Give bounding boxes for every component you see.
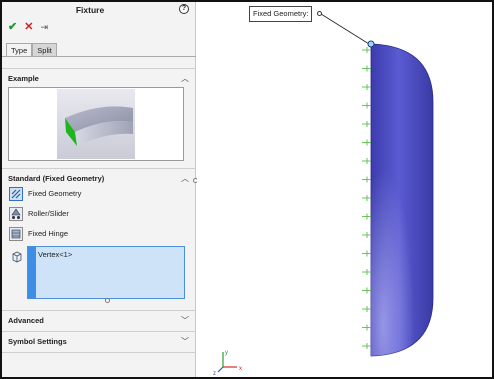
triad-z-axis [217, 366, 224, 373]
roller-slider-icon [9, 207, 23, 221]
fixture-property-manager: Fixture ? ✔ ✕ ⇥ Type Split Example ︿ Sta… [2, 2, 196, 377]
section-label-advanced: Advanced [8, 316, 44, 325]
section-divider [2, 331, 196, 332]
example-illustration [57, 89, 135, 159]
triad-y-label: y [225, 350, 228, 356]
fixed-hinge-icon [9, 227, 23, 241]
selection-list[interactable]: Vertex<1> [27, 246, 185, 299]
roller-slider-label: Roller/Slider [28, 209, 69, 218]
fixture-symbols [362, 47, 371, 349]
selected-vertex-marker[interactable] [367, 40, 375, 48]
callout-anchor-handle[interactable] [317, 11, 322, 16]
panel-title: Fixture [75, 5, 105, 15]
help-icon[interactable]: ? [179, 4, 189, 14]
section-header-symbol-settings[interactable]: Symbol Settings ﹀ [2, 334, 196, 350]
app-window: Fixture ? ✔ ✕ ⇥ Type Split Example ︿ Sta… [0, 0, 494, 379]
section-label-standard: Standard (Fixed Geometry) [8, 174, 105, 183]
section-label-example: Example [8, 74, 39, 83]
selection-list-item[interactable]: Vertex<1> [38, 250, 72, 259]
fixed-geometry-icon [9, 187, 23, 201]
tab-strip: Type Split [6, 43, 57, 57]
tab-split[interactable]: Split [32, 43, 57, 57]
example-preview [8, 87, 184, 161]
graphics-viewport[interactable]: y x z [197, 2, 492, 377]
model-view: y x z [213, 13, 434, 377]
section-divider [2, 168, 196, 169]
part-highlight [371, 44, 433, 356]
triad-z-label: z [213, 371, 216, 377]
triad-x-label: x [239, 366, 242, 372]
section-label-symbol-settings: Symbol Settings [8, 337, 67, 346]
coordinate-triad: y x z [213, 350, 242, 377]
fixed-hinge-label: Fixed Hinge [28, 229, 69, 238]
callout-leader-line [320, 13, 370, 45]
selection-list-accent [28, 247, 36, 298]
section-header-standard[interactable]: Standard (Fixed Geometry) ︿ [2, 171, 196, 187]
section-divider [2, 310, 196, 311]
vertex-selection-icon [10, 250, 24, 264]
chevron-up-icon[interactable]: ︿ [181, 173, 189, 184]
pin-icon[interactable]: ⇥ [40, 22, 48, 32]
chevron-down-icon[interactable]: ﹀ [181, 336, 189, 347]
action-buttons: ✔ ✕ ⇥ [8, 21, 48, 33]
section-divider [2, 68, 196, 69]
chevron-down-icon[interactable]: ﹀ [181, 315, 189, 326]
section-header-advanced[interactable]: Advanced ﹀ [2, 313, 196, 329]
ok-button[interactable]: ✔ [8, 21, 17, 33]
tab-divider [2, 56, 196, 57]
roller-slider-option[interactable]: Roller/Slider [8, 207, 184, 223]
fixed-geometry-label: Fixed Geometry [28, 189, 82, 198]
fixture-callout[interactable]: Fixed Geometry: [249, 6, 313, 22]
panel-titlebar: Fixture ? [2, 2, 196, 18]
section-divider [2, 352, 196, 353]
cancel-button[interactable]: ✕ [24, 21, 33, 33]
chevron-up-icon[interactable]: ︿ [181, 73, 189, 84]
fixed-geometry-option[interactable]: Fixed Geometry [8, 187, 184, 203]
tab-type[interactable]: Type [6, 43, 33, 57]
section-header-example[interactable]: Example ︿ [2, 71, 196, 87]
fixed-hinge-option[interactable]: Fixed Hinge [8, 227, 184, 243]
list-resize-handle[interactable] [105, 298, 110, 303]
